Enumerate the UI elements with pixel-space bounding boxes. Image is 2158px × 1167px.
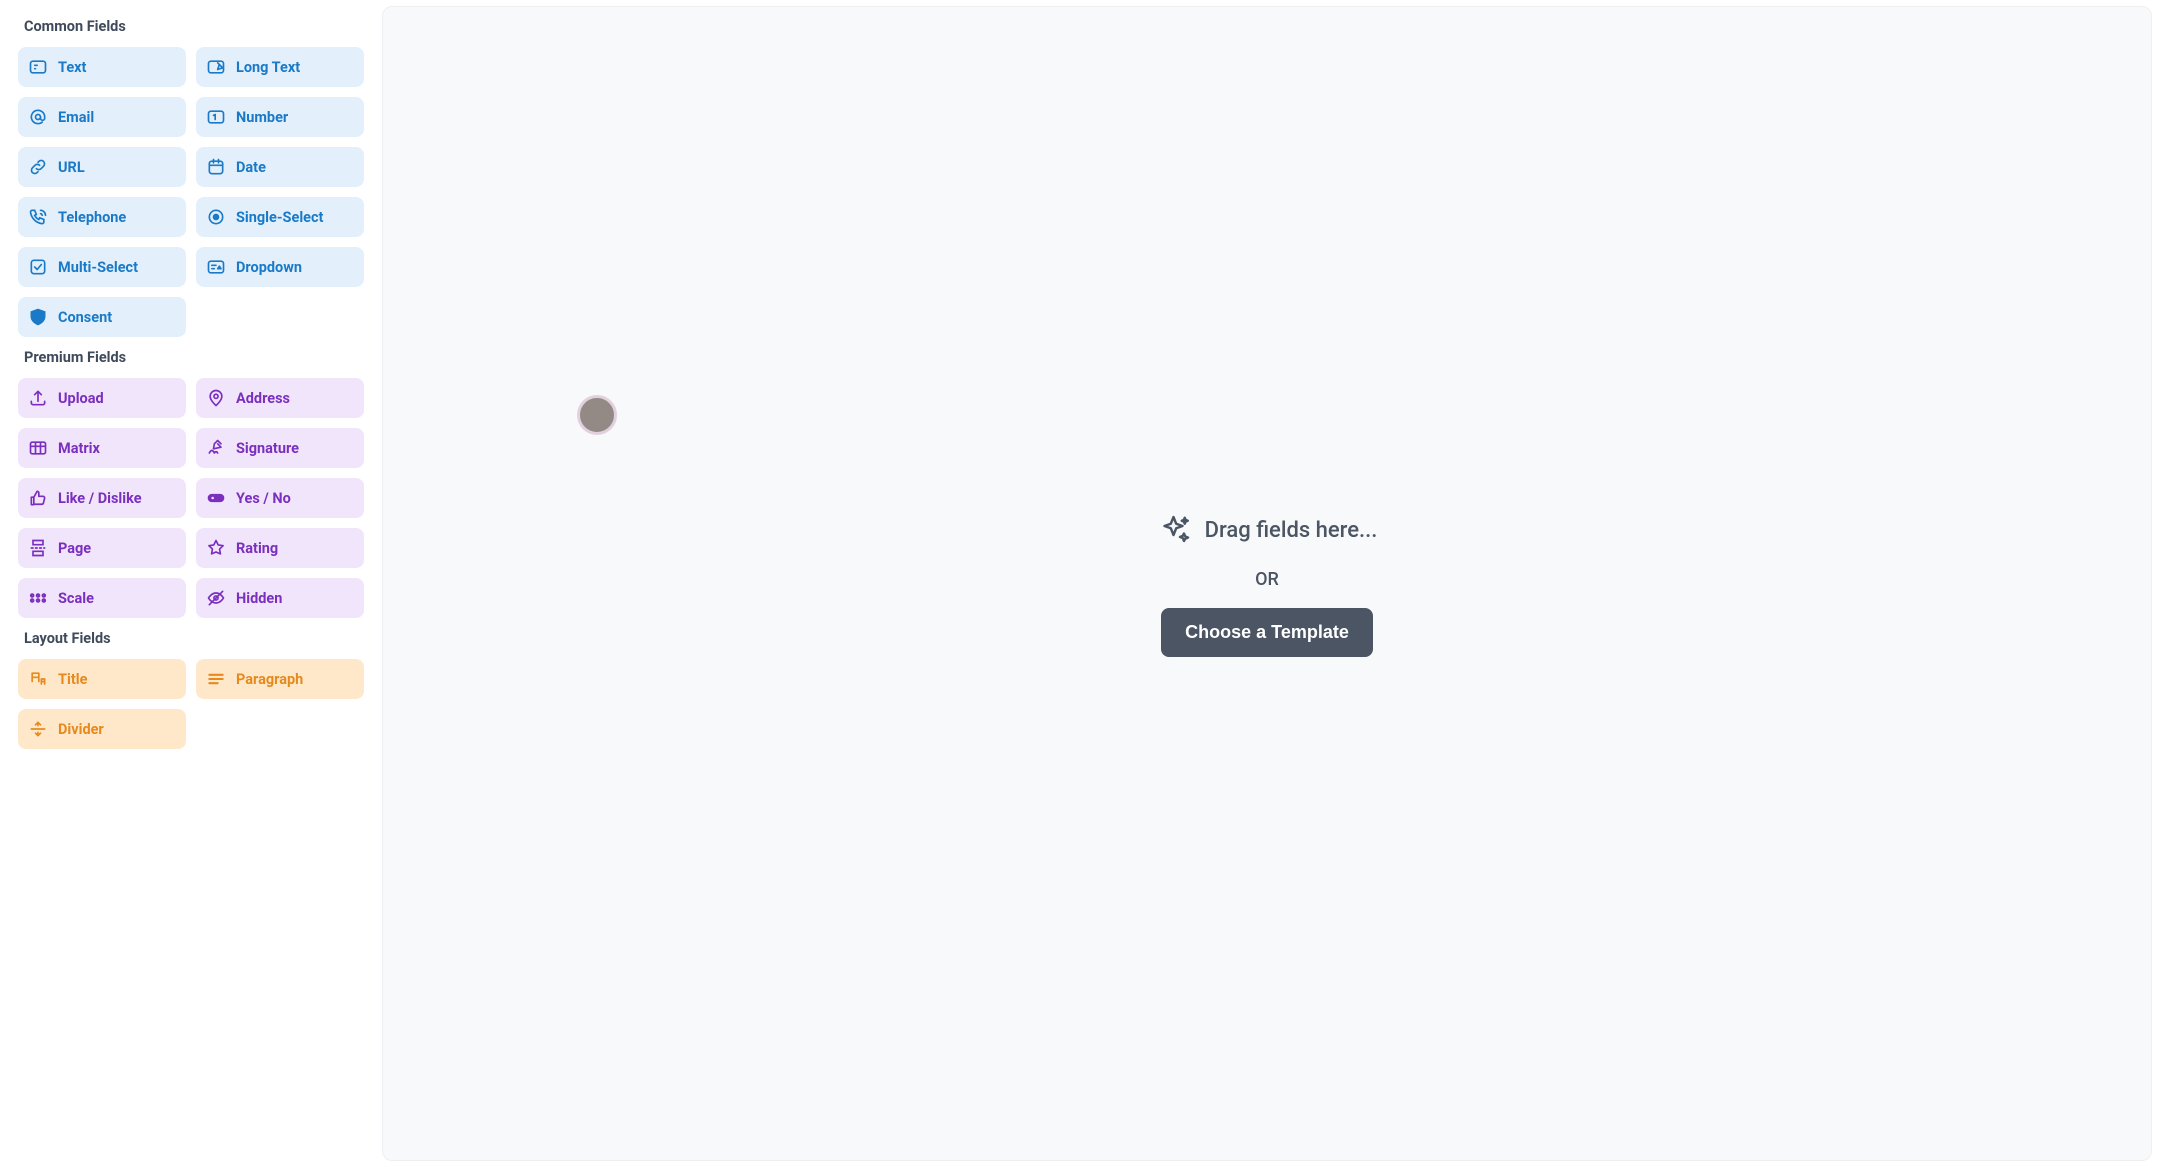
field-label: Signature <box>236 440 299 457</box>
field-date[interactable]: Date <box>196 147 364 187</box>
signature-icon <box>206 438 226 458</box>
drag-hint: Drag fields here... <box>1157 511 1378 551</box>
common-fields-heading: Common Fields <box>24 18 364 35</box>
upload-icon <box>28 388 48 408</box>
field-label: Consent <box>58 309 112 326</box>
field-rating[interactable]: Rating <box>196 528 364 568</box>
field-like-dislike[interactable]: Like / Dislike <box>18 478 186 518</box>
field-signature[interactable]: Signature <box>196 428 364 468</box>
field-label: URL <box>58 159 85 176</box>
field-telephone[interactable]: Telephone <box>18 197 186 237</box>
at-icon <box>28 107 48 127</box>
field-label: Scale <box>58 590 94 607</box>
long-text-icon <box>206 57 226 77</box>
cursor-indicator <box>577 395 617 435</box>
fields-sidebar: Common Fields Text Long Text Email Numbe… <box>0 0 382 1167</box>
or-separator: OR <box>1255 569 1279 590</box>
field-multi-select[interactable]: Multi-Select <box>18 247 186 287</box>
field-single-select[interactable]: Single-Select <box>196 197 364 237</box>
field-label: Single-Select <box>236 209 323 226</box>
phone-icon <box>28 207 48 227</box>
eye-off-icon <box>206 588 226 608</box>
field-label: Telephone <box>58 209 126 226</box>
premium-fields-grid: Upload Address Matrix Signature Like / D <box>18 378 364 618</box>
field-scale[interactable]: Scale <box>18 578 186 618</box>
field-email[interactable]: Email <box>18 97 186 137</box>
field-upload[interactable]: Upload <box>18 378 186 418</box>
text-icon <box>28 57 48 77</box>
field-dropdown[interactable]: Dropdown <box>196 247 364 287</box>
calendar-icon <box>206 157 226 177</box>
field-yes-no[interactable]: Yes / No <box>196 478 364 518</box>
field-paragraph[interactable]: Paragraph <box>196 659 364 699</box>
divider-icon <box>28 719 48 739</box>
field-label: Paragraph <box>236 671 303 688</box>
field-label: Email <box>58 109 94 126</box>
field-page[interactable]: Page <box>18 528 186 568</box>
field-number[interactable]: Number <box>196 97 364 137</box>
link-icon <box>28 157 48 177</box>
field-label: Dropdown <box>236 259 302 276</box>
field-label: Number <box>236 109 288 126</box>
toggle-icon <box>206 488 226 508</box>
table-icon <box>28 438 48 458</box>
premium-fields-heading: Premium Fields <box>24 349 364 366</box>
field-label: Title <box>58 671 87 688</box>
field-url[interactable]: URL <box>18 147 186 187</box>
layout-fields-heading: Layout Fields <box>24 630 364 647</box>
field-label: Matrix <box>58 440 100 457</box>
field-consent[interactable]: Consent <box>18 297 186 337</box>
field-label: Date <box>236 159 266 176</box>
canvas-wrapper: Drag fields here... OR Choose a Template <box>382 0 2158 1167</box>
field-label: Upload <box>58 390 104 407</box>
thumbs-icon <box>28 488 48 508</box>
choose-template-button[interactable]: Choose a Template <box>1161 608 1373 657</box>
field-label: Yes / No <box>236 490 291 507</box>
star-icon <box>206 538 226 558</box>
field-label: Rating <box>236 540 278 557</box>
field-matrix[interactable]: Matrix <box>18 428 186 468</box>
field-title[interactable]: Title <box>18 659 186 699</box>
field-hidden[interactable]: Hidden <box>196 578 364 618</box>
dropdown-icon <box>206 257 226 277</box>
page-break-icon <box>28 538 48 558</box>
shield-icon <box>28 307 48 327</box>
common-fields-grid: Text Long Text Email Number URL <box>18 47 364 337</box>
number-icon <box>206 107 226 127</box>
field-label: Like / Dislike <box>58 490 142 507</box>
field-label: Multi-Select <box>58 259 138 276</box>
radio-icon <box>206 207 226 227</box>
field-text[interactable]: Text <box>18 47 186 87</box>
layout-fields-grid: Title Paragraph Divider <box>18 659 364 749</box>
field-divider[interactable]: Divider <box>18 709 186 749</box>
pin-icon <box>206 388 226 408</box>
form-canvas-dropzone[interactable]: Drag fields here... OR Choose a Template <box>382 6 2152 1161</box>
field-label: Long Text <box>236 59 300 76</box>
field-label: Hidden <box>236 590 282 607</box>
drag-hint-text: Drag fields here... <box>1205 518 1378 543</box>
heading-icon <box>28 669 48 689</box>
sparkle-icon <box>1157 511 1193 551</box>
field-label: Text <box>58 59 86 76</box>
scale-icon <box>28 588 48 608</box>
field-address[interactable]: Address <box>196 378 364 418</box>
field-label: Divider <box>58 721 104 738</box>
field-label: Page <box>58 540 91 557</box>
checkbox-icon <box>28 257 48 277</box>
field-label: Address <box>236 390 290 407</box>
field-long-text[interactable]: Long Text <box>196 47 364 87</box>
paragraph-icon <box>206 669 226 689</box>
